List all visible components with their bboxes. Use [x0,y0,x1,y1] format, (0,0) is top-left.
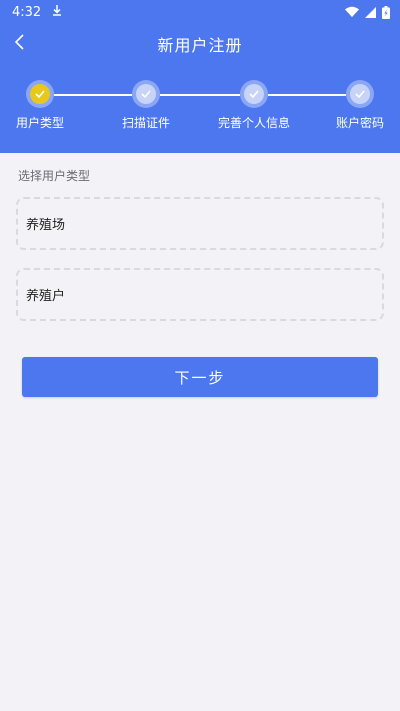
header: 4:32 新用户注册 用户类型 扫描证件 完善个人信息 账户密码 [0,0,400,153]
next-button[interactable]: 下一步 [22,357,378,397]
user-type-option-farm[interactable]: 养殖场 [16,197,384,250]
status-bar: 4:32 [0,0,400,24]
check-icon [350,84,370,104]
option-label: 养殖户 [26,289,66,304]
check-icon [30,84,50,104]
step-personal-info: 完善个人信息 [209,80,299,131]
step-label: 扫描证件 [121,116,170,130]
status-time: 4:32 [12,4,42,20]
step-scan-id: 扫描证件 [101,80,191,131]
section-label: 选择用户类型 [18,169,91,183]
battery-icon [382,5,390,19]
chevron-left-icon [14,34,26,54]
step-label: 账户密码 [335,116,384,130]
navbar: 新用户注册 [0,24,400,64]
wifi-icon [345,6,359,18]
back-button[interactable] [8,32,32,56]
check-icon [244,84,264,104]
step-label: 用户类型 [15,116,64,130]
check-icon [136,84,156,104]
registration-stepper: 用户类型 扫描证件 完善个人信息 账户密码 [0,80,400,140]
page-title: 新用户注册 [157,36,243,55]
app-screen: 4:32 新用户注册 用户类型 扫描证件 完善个人信息 账户密码 选择用户类型 … [0,0,400,711]
step-account-password: 账户密码 [315,80,400,131]
option-label: 养殖场 [26,218,66,233]
signal-icon [365,6,376,18]
download-icon [51,4,63,20]
step-label: 完善个人信息 [217,116,290,130]
user-type-option-household[interactable]: 养殖户 [16,268,384,321]
step-user-type: 用户类型 [0,80,85,131]
